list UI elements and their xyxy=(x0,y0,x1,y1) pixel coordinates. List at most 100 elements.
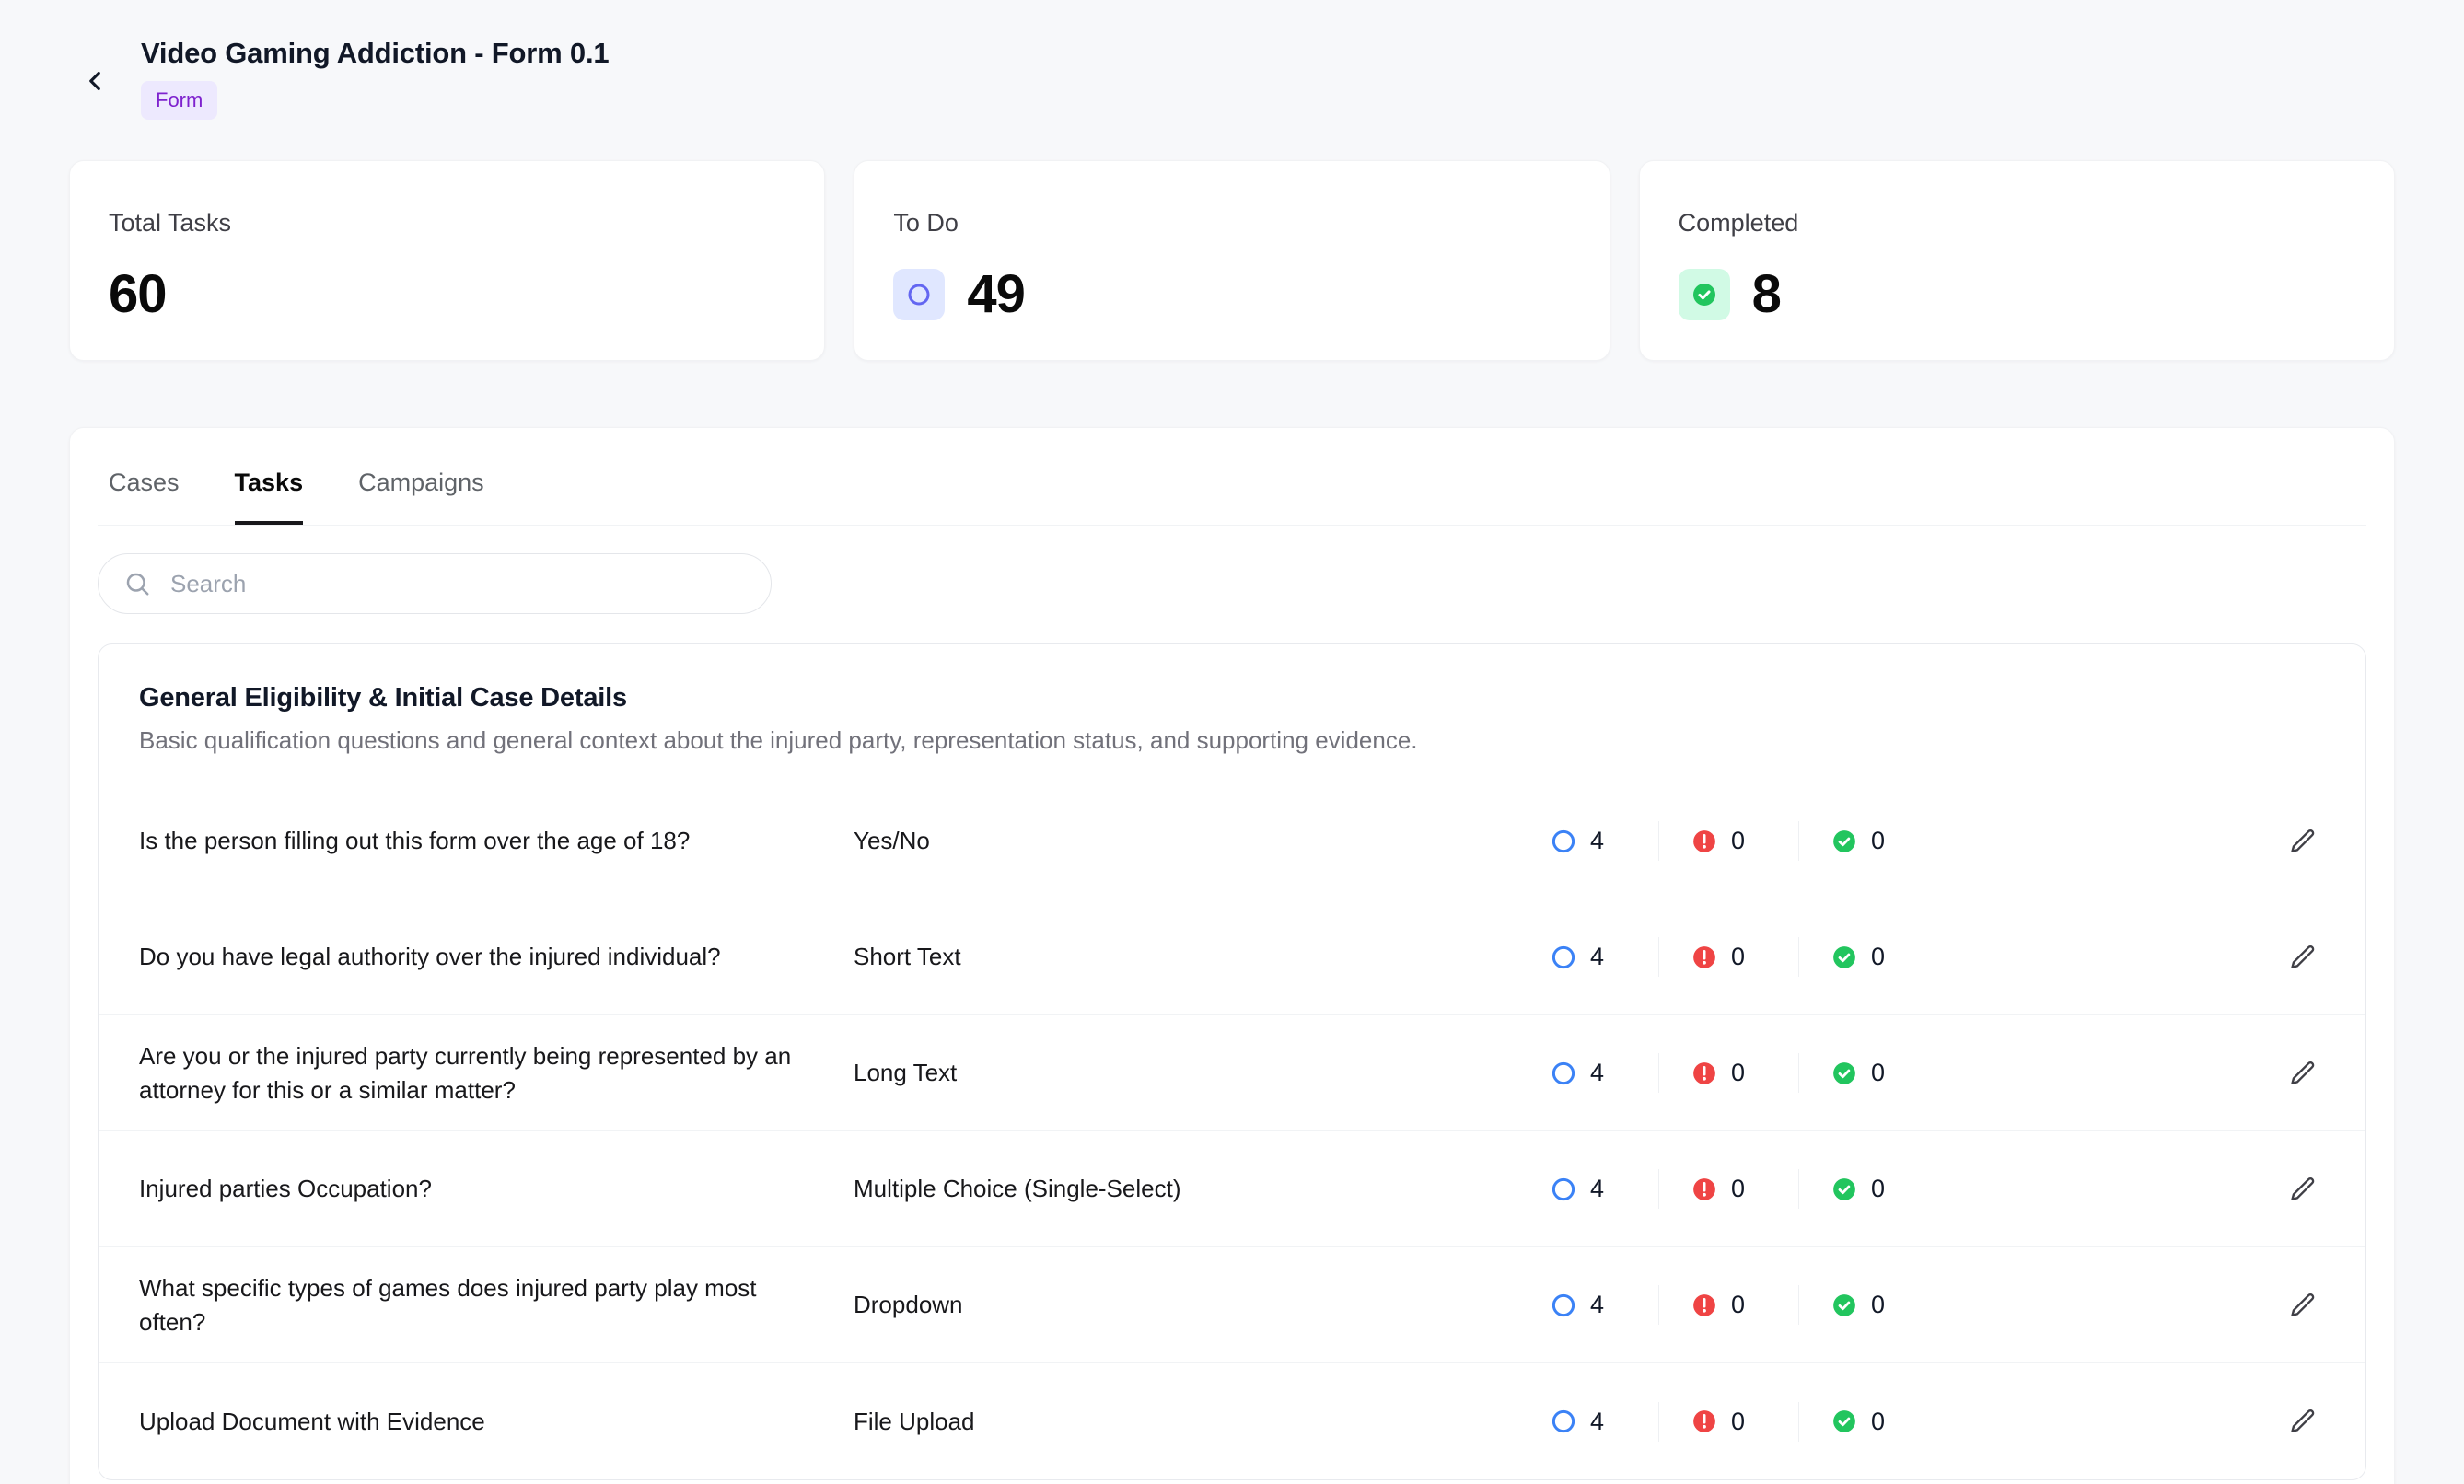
error-count-cell: 0 xyxy=(1658,937,1798,977)
edit-pencil-icon[interactable] xyxy=(2281,819,2325,864)
task-type: Long Text xyxy=(854,1059,1518,1087)
stat-label: To Do xyxy=(893,209,1570,238)
task-question: What specific types of games does injure… xyxy=(139,1271,854,1339)
error-count: 0 xyxy=(1731,1291,1745,1319)
task-type: Dropdown xyxy=(854,1291,1518,1319)
todo-count: 4 xyxy=(1590,943,1604,971)
completed-count: 0 xyxy=(1871,1291,1885,1319)
todo-circle-icon xyxy=(1550,944,1577,971)
error-count-cell: 0 xyxy=(1658,821,1798,861)
error-count: 0 xyxy=(1731,1408,1745,1436)
error-count: 0 xyxy=(1731,1175,1745,1203)
task-question: Is the person filling out this form over… xyxy=(139,824,854,857)
todo-count-cell: 4 xyxy=(1518,1169,1658,1209)
error-icon xyxy=(1691,828,1718,855)
search-bar xyxy=(98,553,772,614)
section-header: General Eligibility & Initial Case Detai… xyxy=(99,644,2365,783)
error-count: 0 xyxy=(1731,1059,1745,1087)
table-row[interactable]: What specific types of games does injure… xyxy=(99,1247,2365,1363)
completed-count-cell: 0 xyxy=(1798,1053,1938,1093)
completed-count: 0 xyxy=(1871,1408,1885,1436)
todo-circle-icon xyxy=(1550,1408,1577,1435)
edit-pencil-icon[interactable] xyxy=(2281,1051,2325,1096)
task-counts: 4 0 0 xyxy=(1518,1285,1938,1325)
task-counts: 4 0 0 xyxy=(1518,937,1938,977)
completed-count: 0 xyxy=(1871,827,1885,855)
todo-circle-icon xyxy=(1550,1060,1577,1087)
todo-count-cell: 4 xyxy=(1518,937,1658,977)
check-circle-icon xyxy=(1831,1292,1858,1319)
task-counts: 4 0 0 xyxy=(1518,821,1938,861)
task-question: Do you have legal authority over the inj… xyxy=(139,940,854,973)
check-circle-icon xyxy=(1831,1408,1858,1435)
stat-card-todo: To Do 49 xyxy=(854,160,1610,361)
main-panel: Cases Tasks Campaigns General Eligibilit… xyxy=(69,427,2395,1484)
todo-count-cell: 4 xyxy=(1518,1285,1658,1325)
error-count-cell: 0 xyxy=(1658,1285,1798,1325)
page: Video Gaming Addiction - Form 0.1 Form T… xyxy=(0,0,2464,1484)
check-circle-icon xyxy=(1831,1176,1858,1203)
search-input[interactable] xyxy=(98,553,772,614)
table-row[interactable]: Do you have legal authority over the inj… xyxy=(99,899,2365,1015)
completed-count: 0 xyxy=(1871,1175,1885,1203)
edit-pencil-icon[interactable] xyxy=(2281,935,2325,980)
completed-count-cell: 0 xyxy=(1798,1285,1938,1325)
table-row[interactable]: Injured parties Occupation? Multiple Cho… xyxy=(99,1131,2365,1247)
task-question: Are you or the injured party currently b… xyxy=(139,1039,854,1107)
completed-count-cell: 0 xyxy=(1798,821,1938,861)
tab-bar: Cases Tasks Campaigns xyxy=(98,428,2366,526)
back-button[interactable] xyxy=(69,55,121,107)
task-counts: 4 0 0 xyxy=(1518,1169,1938,1209)
task-counts: 4 0 0 xyxy=(1518,1402,1938,1442)
completed-count-cell: 0 xyxy=(1798,937,1938,977)
stat-label: Total Tasks xyxy=(109,209,785,238)
form-type-badge: Form xyxy=(141,81,217,120)
check-circle-icon xyxy=(1831,944,1858,971)
edit-pencil-icon[interactable] xyxy=(2281,1167,2325,1212)
error-icon xyxy=(1691,1292,1718,1319)
completed-count-cell: 0 xyxy=(1798,1402,1938,1442)
tab-campaigns[interactable]: Campaigns xyxy=(358,469,484,525)
page-header: Video Gaming Addiction - Form 0.1 Form xyxy=(69,37,2395,120)
error-count-cell: 0 xyxy=(1658,1169,1798,1209)
completed-count: 0 xyxy=(1871,943,1885,971)
tab-tasks[interactable]: Tasks xyxy=(235,469,304,525)
check-circle-icon xyxy=(1831,1060,1858,1087)
todo-count-cell: 4 xyxy=(1518,1053,1658,1093)
todo-count: 4 xyxy=(1590,827,1604,855)
todo-count: 4 xyxy=(1590,1291,1604,1319)
table-row[interactable]: Are you or the injured party currently b… xyxy=(99,1015,2365,1131)
stat-value: 8 xyxy=(1752,263,1781,325)
error-icon xyxy=(1691,1060,1718,1087)
error-count-cell: 0 xyxy=(1658,1053,1798,1093)
error-count-cell: 0 xyxy=(1658,1402,1798,1442)
stat-value: 49 xyxy=(967,263,1025,325)
check-circle-icon xyxy=(1831,828,1858,855)
edit-pencil-icon[interactable] xyxy=(2281,1283,2325,1327)
error-count: 0 xyxy=(1731,943,1745,971)
todo-circle-icon xyxy=(1550,828,1577,855)
table-row[interactable]: Is the person filling out this form over… xyxy=(99,783,2365,899)
tab-cases[interactable]: Cases xyxy=(109,469,180,525)
task-question: Injured parties Occupation? xyxy=(139,1172,854,1205)
task-counts: 4 0 0 xyxy=(1518,1053,1938,1093)
stat-value: 60 xyxy=(109,263,167,325)
error-icon xyxy=(1691,944,1718,971)
todo-count: 4 xyxy=(1590,1175,1604,1203)
stat-card-total-tasks: Total Tasks 60 xyxy=(69,160,825,361)
task-type: Short Text xyxy=(854,943,1518,971)
task-type: Yes/No xyxy=(854,827,1518,855)
chevron-left-icon xyxy=(79,65,110,97)
todo-circle-icon xyxy=(1550,1176,1577,1203)
error-icon xyxy=(1691,1176,1718,1203)
table-row[interactable]: Upload Document with Evidence File Uploa… xyxy=(99,1363,2365,1479)
section-card: General Eligibility & Initial Case Detai… xyxy=(98,643,2366,1480)
todo-circle-icon xyxy=(893,269,945,320)
page-title: Video Gaming Addiction - Form 0.1 xyxy=(141,37,609,70)
stat-card-completed: Completed 8 xyxy=(1639,160,2395,361)
todo-count-cell: 4 xyxy=(1518,821,1658,861)
task-question: Upload Document with Evidence xyxy=(139,1405,854,1438)
task-type: File Upload xyxy=(854,1408,1518,1436)
edit-pencil-icon[interactable] xyxy=(2281,1399,2325,1443)
completed-count-cell: 0 xyxy=(1798,1169,1938,1209)
